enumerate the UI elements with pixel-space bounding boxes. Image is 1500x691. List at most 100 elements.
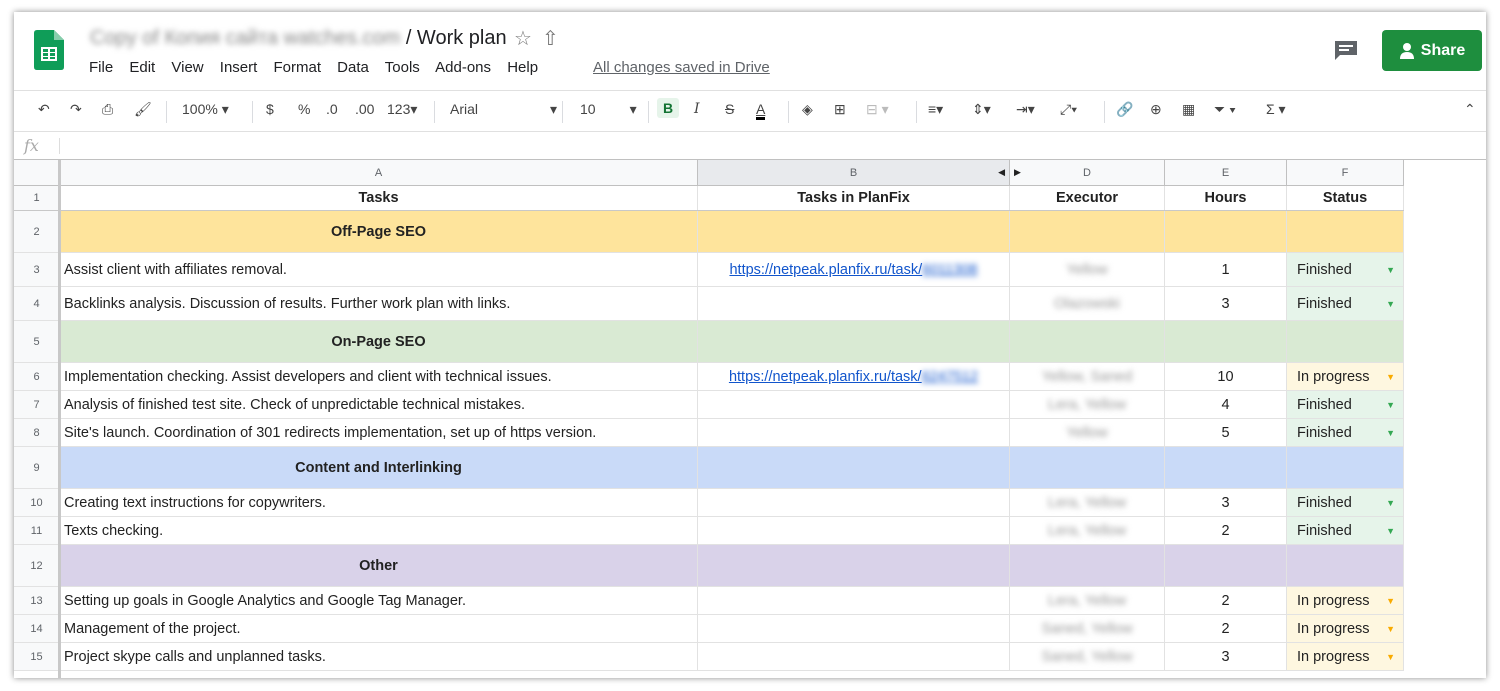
- section-cell[interactable]: [1010, 211, 1165, 253]
- status-dropdown[interactable]: Finished ▼: [1287, 391, 1404, 419]
- borders-icon[interactable]: ⊞: [834, 101, 846, 118]
- task-cell[interactable]: Project skype calls and unplanned tasks.: [60, 643, 698, 671]
- print-icon[interactable]: ⎙: [102, 101, 113, 118]
- hours-cell[interactable]: 3: [1165, 643, 1287, 671]
- hours-cell[interactable]: 2: [1165, 517, 1287, 545]
- dropdown-arrow-icon[interactable]: ▼: [1386, 299, 1395, 309]
- row-header[interactable]: 3: [14, 253, 60, 287]
- section-cell[interactable]: [1287, 321, 1404, 363]
- row-header[interactable]: 1: [14, 186, 60, 211]
- section-cell[interactable]: [698, 447, 1010, 489]
- task-cell[interactable]: Creating text instructions for copywrite…: [60, 489, 698, 517]
- font-select[interactable]: Arial ▾: [450, 101, 557, 118]
- document-title[interactable]: Copy of Копия сайта watches.com / Work p…: [90, 27, 507, 50]
- task-cell[interactable]: Management of the project.: [60, 615, 698, 643]
- more-formats-button[interactable]: 123▾: [387, 101, 417, 118]
- task-cell[interactable]: Setting up goals in Google Analytics and…: [60, 587, 698, 615]
- column-header-e[interactable]: E: [1165, 160, 1287, 186]
- currency-format-button[interactable]: $: [266, 101, 274, 117]
- status-dropdown[interactable]: Finished ▼: [1287, 419, 1404, 447]
- executor-cell[interactable]: Yellow: [1010, 253, 1165, 287]
- insert-chart-icon[interactable]: ▦: [1182, 101, 1195, 118]
- section-title[interactable]: Off-Page SEO: [60, 211, 698, 253]
- planfix-cell[interactable]: [698, 489, 1010, 517]
- dropdown-arrow-icon[interactable]: ▼: [1386, 400, 1395, 410]
- italic-button[interactable]: I: [694, 101, 700, 117]
- collapse-toolbar-icon[interactable]: ⌃: [1464, 101, 1476, 118]
- row-header[interactable]: 5: [14, 321, 60, 363]
- planfix-link[interactable]: https://netpeak.planfix.ru/task/: [729, 262, 922, 278]
- filter-icon[interactable]: ⏷ ▾: [1214, 101, 1236, 118]
- planfix-cell[interactable]: https://netpeak.planfix.ru/task/6247512: [698, 363, 1010, 391]
- row-header[interactable]: 6: [14, 363, 60, 391]
- row-header[interactable]: 2: [14, 211, 60, 253]
- hours-cell[interactable]: 3: [1165, 287, 1287, 321]
- sheets-logo-icon[interactable]: [34, 30, 64, 70]
- menu-format[interactable]: Format: [273, 59, 321, 76]
- text-rotation-icon[interactable]: ⤢▾: [1060, 101, 1077, 118]
- hours-cell[interactable]: 2: [1165, 587, 1287, 615]
- dropdown-arrow-icon[interactable]: ▼: [1386, 498, 1395, 508]
- menu-view[interactable]: View: [171, 59, 203, 76]
- task-cell[interactable]: Assist client with affiliates removal.: [60, 253, 698, 287]
- task-cell[interactable]: Implementation checking. Assist develope…: [60, 363, 698, 391]
- task-cell[interactable]: Site's launch. Coordination of 301 redir…: [60, 419, 698, 447]
- row-header[interactable]: 14: [14, 615, 60, 643]
- hours-cell[interactable]: 3: [1165, 489, 1287, 517]
- row-header[interactable]: 15: [14, 643, 60, 671]
- status-dropdown[interactable]: In progress ▼: [1287, 587, 1404, 615]
- dropdown-arrow-icon[interactable]: ▼: [1386, 428, 1395, 438]
- executor-cell[interactable]: Yellow, Saned: [1010, 363, 1165, 391]
- dropdown-arrow-icon[interactable]: ▼: [1386, 624, 1395, 634]
- row-header[interactable]: 13: [14, 587, 60, 615]
- section-cell[interactable]: [698, 211, 1010, 253]
- planfix-cell[interactable]: https://netpeak.planfix.ru/task/6011308: [698, 253, 1010, 287]
- menu-addons[interactable]: Add-ons: [435, 59, 491, 76]
- comment-history-icon[interactable]: [1334, 40, 1358, 60]
- status-dropdown[interactable]: Finished ▼: [1287, 517, 1404, 545]
- undo-icon[interactable]: ↶: [38, 101, 50, 118]
- menu-data[interactable]: Data: [337, 59, 369, 76]
- column-header-b[interactable]: B ◀: [698, 160, 1010, 186]
- zoom-select[interactable]: 100% ▾: [182, 101, 229, 118]
- hidden-column-right-arrow-icon[interactable]: ▶: [1014, 167, 1021, 178]
- executor-cell[interactable]: Lera, Yellow: [1010, 391, 1165, 419]
- section-cell[interactable]: [1287, 447, 1404, 489]
- section-cell[interactable]: [698, 321, 1010, 363]
- paint-format-icon[interactable]: 🖌: [134, 101, 152, 118]
- menu-insert[interactable]: Insert: [220, 59, 258, 76]
- section-cell[interactable]: [1010, 447, 1165, 489]
- section-cell[interactable]: [1010, 321, 1165, 363]
- planfix-cell[interactable]: [698, 587, 1010, 615]
- hours-cell[interactable]: 10: [1165, 363, 1287, 391]
- planfix-cell[interactable]: [698, 615, 1010, 643]
- merge-cells-icon[interactable]: ⊟ ▾: [866, 101, 889, 118]
- select-all-corner[interactable]: [14, 160, 60, 186]
- hours-cell[interactable]: 4: [1165, 391, 1287, 419]
- executor-cell[interactable]: Olazowski: [1010, 287, 1165, 321]
- status-dropdown[interactable]: In progress ▼: [1287, 363, 1404, 391]
- bold-button[interactable]: B: [657, 98, 680, 118]
- executor-cell[interactable]: Saned, Yellow: [1010, 643, 1165, 671]
- menu-edit[interactable]: Edit: [129, 59, 155, 76]
- share-button[interactable]: Share: [1382, 30, 1482, 71]
- font-size-select[interactable]: 10 ▾: [580, 101, 637, 118]
- planfix-link[interactable]: https://netpeak.planfix.ru/task/: [729, 369, 922, 385]
- dropdown-arrow-icon[interactable]: ▼: [1386, 372, 1395, 382]
- menu-tools[interactable]: Tools: [385, 59, 420, 76]
- executor-cell[interactable]: Yellow: [1010, 419, 1165, 447]
- insert-comment-icon[interactable]: ⊕: [1150, 101, 1162, 118]
- header-cell-a[interactable]: Tasks: [60, 186, 698, 211]
- hours-cell[interactable]: 1: [1165, 253, 1287, 287]
- task-cell[interactable]: Backlinks analysis. Discussion of result…: [60, 287, 698, 321]
- section-title[interactable]: Content and Interlinking: [60, 447, 698, 489]
- section-cell[interactable]: [1287, 211, 1404, 253]
- dropdown-arrow-icon[interactable]: ▼: [1386, 265, 1395, 275]
- planfix-cell[interactable]: [698, 517, 1010, 545]
- save-status[interactable]: All changes saved in Drive: [593, 59, 770, 76]
- row-header[interactable]: 4: [14, 287, 60, 321]
- section-cell[interactable]: [698, 545, 1010, 587]
- functions-icon[interactable]: Σ ▾: [1266, 101, 1286, 118]
- header-cell-e[interactable]: Hours: [1165, 186, 1287, 211]
- status-dropdown[interactable]: Finished ▼: [1287, 489, 1404, 517]
